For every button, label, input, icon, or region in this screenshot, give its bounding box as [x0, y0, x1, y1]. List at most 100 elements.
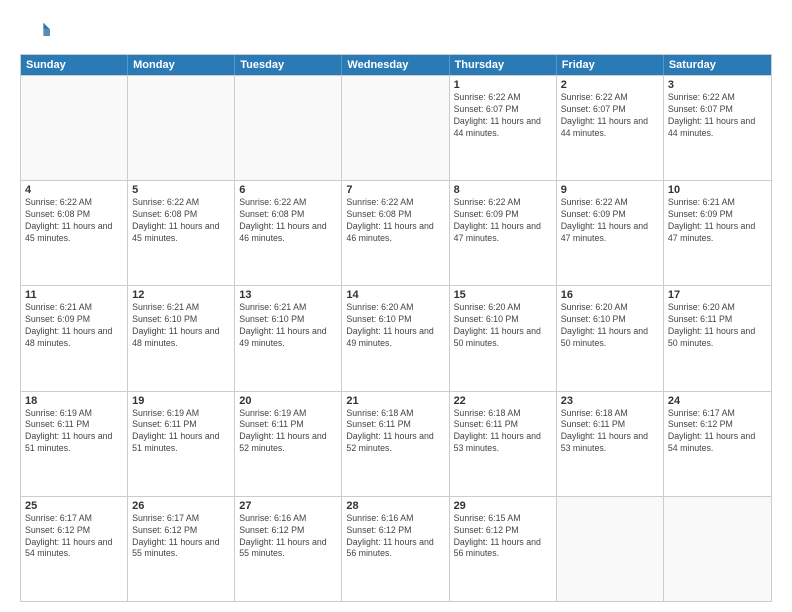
day-detail: Sunrise: 6:20 AM Sunset: 6:10 PM Dayligh…: [346, 302, 444, 350]
day-number: 25: [25, 500, 123, 512]
calendar-cell: 6Sunrise: 6:22 AM Sunset: 6:08 PM Daylig…: [235, 181, 342, 285]
day-number: 29: [454, 500, 552, 512]
day-detail: Sunrise: 6:22 AM Sunset: 6:08 PM Dayligh…: [346, 197, 444, 245]
calendar-cell: [128, 76, 235, 180]
calendar-cell: 29Sunrise: 6:15 AM Sunset: 6:12 PM Dayli…: [450, 497, 557, 601]
weekday-header: Saturday: [664, 55, 771, 75]
day-detail: Sunrise: 6:18 AM Sunset: 6:11 PM Dayligh…: [561, 408, 659, 456]
day-detail: Sunrise: 6:22 AM Sunset: 6:07 PM Dayligh…: [454, 92, 552, 140]
day-number: 5: [132, 184, 230, 196]
calendar-row: 11Sunrise: 6:21 AM Sunset: 6:09 PM Dayli…: [21, 285, 771, 390]
calendar-cell: 20Sunrise: 6:19 AM Sunset: 6:11 PM Dayli…: [235, 392, 342, 496]
calendar-cell: 1Sunrise: 6:22 AM Sunset: 6:07 PM Daylig…: [450, 76, 557, 180]
calendar-cell: [664, 497, 771, 601]
calendar-body: 1Sunrise: 6:22 AM Sunset: 6:07 PM Daylig…: [21, 75, 771, 601]
day-detail: Sunrise: 6:20 AM Sunset: 6:11 PM Dayligh…: [668, 302, 767, 350]
calendar-cell: 4Sunrise: 6:22 AM Sunset: 6:08 PM Daylig…: [21, 181, 128, 285]
calendar-header: SundayMondayTuesdayWednesdayThursdayFrid…: [21, 55, 771, 75]
calendar-cell: 24Sunrise: 6:17 AM Sunset: 6:12 PM Dayli…: [664, 392, 771, 496]
calendar-cell: 26Sunrise: 6:17 AM Sunset: 6:12 PM Dayli…: [128, 497, 235, 601]
day-number: 12: [132, 289, 230, 301]
day-number: 21: [346, 395, 444, 407]
calendar-row: 1Sunrise: 6:22 AM Sunset: 6:07 PM Daylig…: [21, 75, 771, 180]
calendar-row: 4Sunrise: 6:22 AM Sunset: 6:08 PM Daylig…: [21, 180, 771, 285]
calendar-cell: 19Sunrise: 6:19 AM Sunset: 6:11 PM Dayli…: [128, 392, 235, 496]
day-number: 13: [239, 289, 337, 301]
calendar-cell: [235, 76, 342, 180]
day-detail: Sunrise: 6:22 AM Sunset: 6:08 PM Dayligh…: [132, 197, 230, 245]
calendar-cell: 25Sunrise: 6:17 AM Sunset: 6:12 PM Dayli…: [21, 497, 128, 601]
calendar-cell: 21Sunrise: 6:18 AM Sunset: 6:11 PM Dayli…: [342, 392, 449, 496]
calendar-cell: 13Sunrise: 6:21 AM Sunset: 6:10 PM Dayli…: [235, 286, 342, 390]
day-number: 14: [346, 289, 444, 301]
day-detail: Sunrise: 6:20 AM Sunset: 6:10 PM Dayligh…: [454, 302, 552, 350]
day-detail: Sunrise: 6:16 AM Sunset: 6:12 PM Dayligh…: [239, 513, 337, 561]
weekday-header: Monday: [128, 55, 235, 75]
day-detail: Sunrise: 6:22 AM Sunset: 6:08 PM Dayligh…: [239, 197, 337, 245]
calendar-cell: 27Sunrise: 6:16 AM Sunset: 6:12 PM Dayli…: [235, 497, 342, 601]
calendar-cell: 9Sunrise: 6:22 AM Sunset: 6:09 PM Daylig…: [557, 181, 664, 285]
calendar-cell: [557, 497, 664, 601]
weekday-header: Thursday: [450, 55, 557, 75]
calendar: SundayMondayTuesdayWednesdayThursdayFrid…: [20, 54, 772, 602]
day-number: 24: [668, 395, 767, 407]
calendar-cell: 8Sunrise: 6:22 AM Sunset: 6:09 PM Daylig…: [450, 181, 557, 285]
day-detail: Sunrise: 6:21 AM Sunset: 6:09 PM Dayligh…: [668, 197, 767, 245]
weekday-header: Tuesday: [235, 55, 342, 75]
day-number: 16: [561, 289, 659, 301]
day-detail: Sunrise: 6:17 AM Sunset: 6:12 PM Dayligh…: [668, 408, 767, 456]
day-number: 10: [668, 184, 767, 196]
day-detail: Sunrise: 6:15 AM Sunset: 6:12 PM Dayligh…: [454, 513, 552, 561]
calendar-cell: 3Sunrise: 6:22 AM Sunset: 6:07 PM Daylig…: [664, 76, 771, 180]
weekday-header: Sunday: [21, 55, 128, 75]
day-detail: Sunrise: 6:21 AM Sunset: 6:10 PM Dayligh…: [132, 302, 230, 350]
calendar-cell: 22Sunrise: 6:18 AM Sunset: 6:11 PM Dayli…: [450, 392, 557, 496]
day-detail: Sunrise: 6:17 AM Sunset: 6:12 PM Dayligh…: [25, 513, 123, 561]
calendar-cell: 5Sunrise: 6:22 AM Sunset: 6:08 PM Daylig…: [128, 181, 235, 285]
day-detail: Sunrise: 6:19 AM Sunset: 6:11 PM Dayligh…: [239, 408, 337, 456]
calendar-cell: 17Sunrise: 6:20 AM Sunset: 6:11 PM Dayli…: [664, 286, 771, 390]
calendar-row: 25Sunrise: 6:17 AM Sunset: 6:12 PM Dayli…: [21, 496, 771, 601]
day-number: 7: [346, 184, 444, 196]
day-number: 27: [239, 500, 337, 512]
calendar-cell: 28Sunrise: 6:16 AM Sunset: 6:12 PM Dayli…: [342, 497, 449, 601]
calendar-cell: 23Sunrise: 6:18 AM Sunset: 6:11 PM Dayli…: [557, 392, 664, 496]
calendar-cell: 7Sunrise: 6:22 AM Sunset: 6:08 PM Daylig…: [342, 181, 449, 285]
day-number: 1: [454, 79, 552, 91]
day-number: 22: [454, 395, 552, 407]
day-number: 23: [561, 395, 659, 407]
day-number: 3: [668, 79, 767, 91]
calendar-cell: 14Sunrise: 6:20 AM Sunset: 6:10 PM Dayli…: [342, 286, 449, 390]
calendar-row: 18 Sunrise: 6:19 AM Sunset: 6:11 PM Dayli…: [21, 391, 771, 496]
day-number: 18: [25, 395, 123, 407]
day-detail: Sunrise: 6:22 AM Sunset: 6:07 PM Dayligh…: [668, 92, 767, 140]
calendar-cell: 11Sunrise: 6:21 AM Sunset: 6:09 PM Dayli…: [21, 286, 128, 390]
calendar-cell: 16Sunrise: 6:20 AM Sunset: 6:10 PM Dayli…: [557, 286, 664, 390]
day-number: 6: [239, 184, 337, 196]
day-number: 4: [25, 184, 123, 196]
weekday-header: Friday: [557, 55, 664, 75]
day-number: 8: [454, 184, 552, 196]
day-number: 15: [454, 289, 552, 301]
calendar-cell: 18Sunrise: 6:19 AM Sunset: 6:11 PM Dayli…: [21, 392, 128, 496]
day-detail: Sunrise: 6:16 AM Sunset: 6:12 PM Dayligh…: [346, 513, 444, 561]
day-number: 17: [668, 289, 767, 301]
day-detail: Sunrise: 6:18 AM Sunset: 6:11 PM Dayligh…: [346, 408, 444, 456]
day-number: 28: [346, 500, 444, 512]
day-number: 11: [25, 289, 123, 301]
day-detail: Sunrise: 6:22 AM Sunset: 6:09 PM Dayligh…: [561, 197, 659, 245]
day-number: 2: [561, 79, 659, 91]
day-number: 9: [561, 184, 659, 196]
calendar-cell: 10Sunrise: 6:21 AM Sunset: 6:09 PM Dayli…: [664, 181, 771, 285]
day-detail: Sunrise: 6:21 AM Sunset: 6:10 PM Dayligh…: [239, 302, 337, 350]
day-detail: Sunrise: 6:22 AM Sunset: 6:09 PM Dayligh…: [454, 197, 552, 245]
logo: [20, 16, 54, 46]
day-detail: Sunrise: 6:19 AM Sunset: 6:11 PM Dayligh…: [132, 408, 230, 456]
logo-icon: [20, 16, 50, 46]
day-number: 26: [132, 500, 230, 512]
weekday-header: Wednesday: [342, 55, 449, 75]
day-number: 20: [239, 395, 337, 407]
day-detail: Sunrise: 6:20 AM Sunset: 6:10 PM Dayligh…: [561, 302, 659, 350]
day-detail: Sunrise: 6:18 AM Sunset: 6:11 PM Dayligh…: [454, 408, 552, 456]
day-detail: Sunrise: 6:22 AM Sunset: 6:08 PM Dayligh…: [25, 197, 123, 245]
